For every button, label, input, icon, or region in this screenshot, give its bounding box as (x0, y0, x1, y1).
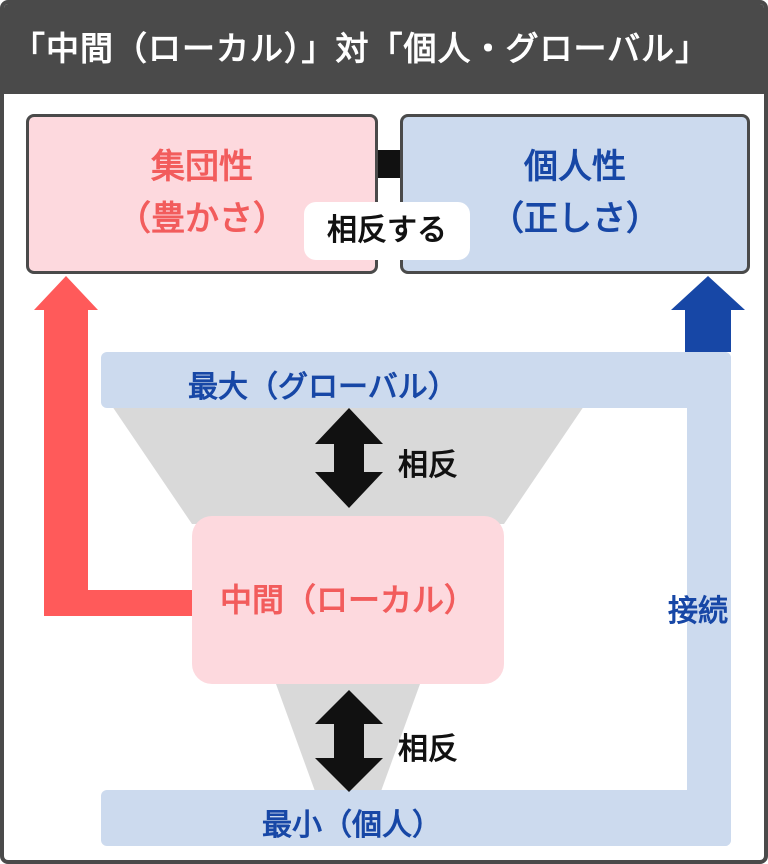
diagram-frame: 「中間（ローカル）」対「個人・グローバル」 集団性 （豊かさ） 個人性 （正しさ… (0, 0, 768, 864)
diagram-title: 「中間（ローカル）」対「個人・グローバル」 (4, 4, 764, 94)
collective-title: 集団性 (151, 147, 253, 187)
upper-conflict-label: 相反 (398, 448, 458, 483)
minimum-label: 最小（個人） (262, 808, 442, 843)
lower-conflict-label: 相反 (398, 732, 458, 767)
middle-box: 中間（ローカル） (192, 516, 504, 684)
maximum-label: 最大（グローバル） (188, 370, 458, 405)
opposition-label: 相反する (304, 202, 470, 260)
blue-up-arrow (671, 276, 745, 352)
individual-title: 個人性 (524, 147, 626, 187)
connection-label: 接続 (668, 594, 728, 629)
